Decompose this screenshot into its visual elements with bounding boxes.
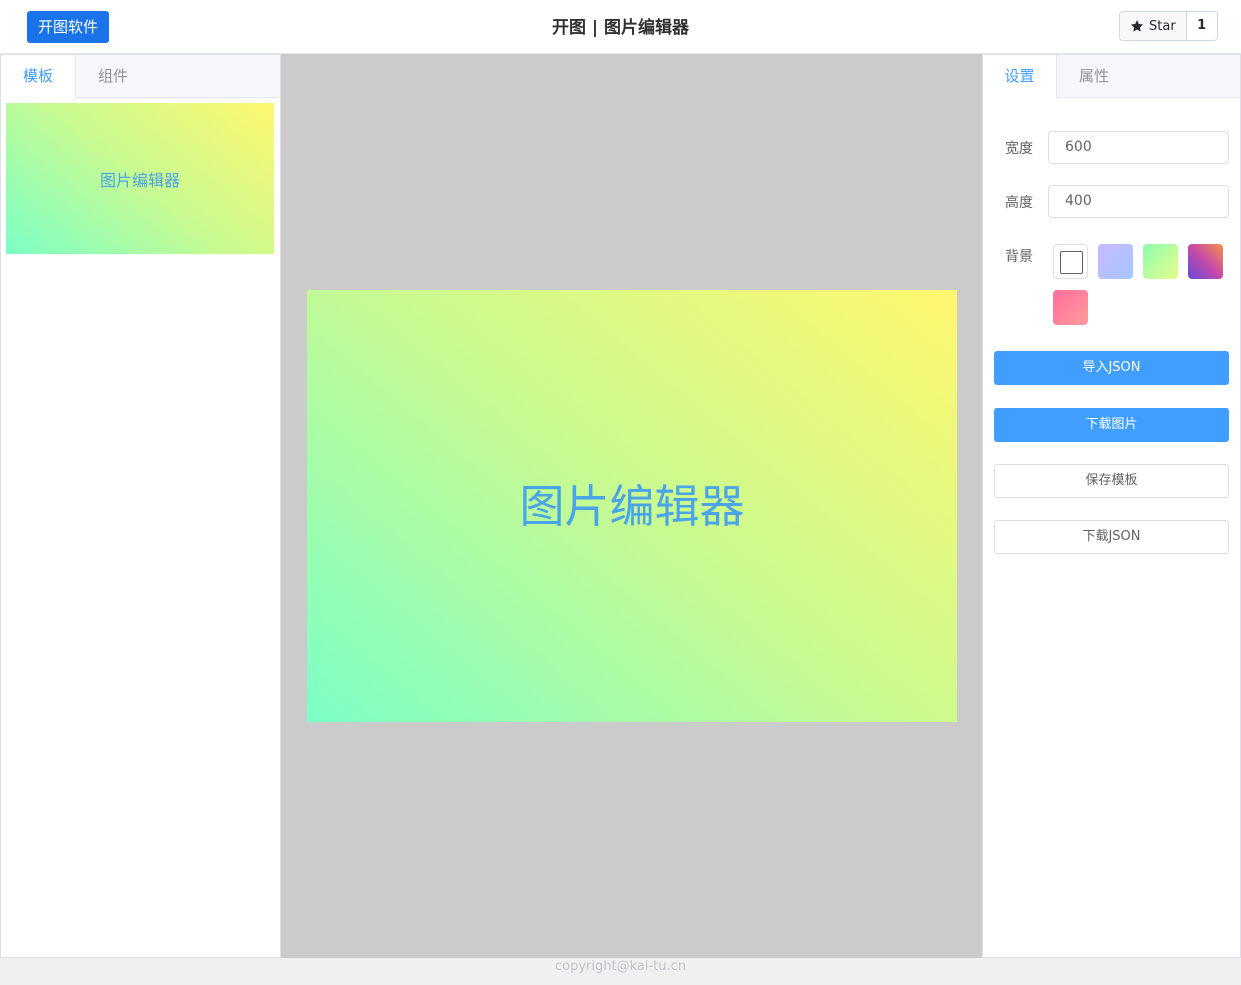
width-input[interactable]: 600 bbox=[1048, 131, 1229, 164]
height-row: 高度 400 bbox=[1005, 185, 1229, 218]
download-image-button[interactable]: 下载图片 bbox=[994, 408, 1229, 442]
swatch-green-yellow[interactable] bbox=[1143, 244, 1178, 279]
editor-canvas[interactable]: 图片编辑器 bbox=[307, 290, 957, 722]
footer-copyright: copyright@kai-tu.cn bbox=[0, 958, 1241, 985]
background-row: 背景 bbox=[1005, 246, 1048, 266]
background-swatches bbox=[1053, 244, 1233, 325]
swatch-lavender-blue[interactable] bbox=[1098, 244, 1133, 279]
star-label: Star bbox=[1149, 18, 1176, 34]
save-template-button[interactable]: 保存模板 bbox=[994, 464, 1229, 498]
download-json-button[interactable]: 下载JSON bbox=[994, 520, 1229, 554]
tab-settings[interactable]: 设置 bbox=[983, 55, 1057, 99]
canvas-text-element[interactable]: 图片编辑器 bbox=[307, 470, 957, 535]
right-tabs: 设置 属性 bbox=[983, 55, 1240, 99]
height-label: 高度 bbox=[1005, 194, 1033, 211]
star-icon bbox=[1130, 20, 1144, 32]
background-label: 背景 bbox=[1005, 249, 1033, 265]
tab-properties[interactable]: 属性 bbox=[1057, 55, 1131, 98]
width-row: 宽度 600 bbox=[1005, 131, 1229, 164]
star-button[interactable]: Star bbox=[1120, 12, 1187, 40]
tab-components[interactable]: 组件 bbox=[76, 55, 150, 98]
swatch-purple-orange[interactable] bbox=[1188, 244, 1223, 279]
canvas-workspace: 图片编辑器 bbox=[281, 54, 982, 958]
page-title: 开图 | 图片编辑器 bbox=[551, 18, 690, 38]
app-header: 开图软件 开图 | 图片编辑器 Star 1 bbox=[0, 0, 1241, 54]
swatch-pink[interactable] bbox=[1053, 290, 1088, 325]
swatch-none[interactable] bbox=[1053, 244, 1088, 279]
left-sidebar: 模板 组件 图片编辑器 bbox=[0, 54, 281, 958]
import-json-button[interactable]: 导入JSON bbox=[994, 351, 1229, 385]
template-label: 图片编辑器 bbox=[99, 170, 180, 190]
github-star-widget: Star 1 bbox=[1119, 11, 1218, 41]
height-input[interactable]: 400 bbox=[1048, 185, 1229, 218]
width-label: 宽度 bbox=[1005, 140, 1033, 157]
tab-templates[interactable]: 模板 bbox=[1, 55, 76, 99]
star-count[interactable]: 1 bbox=[1186, 12, 1217, 40]
right-sidebar: 设置 属性 宽度 600 高度 400 背景 导入JSON 下载图片 保存模板 … bbox=[982, 54, 1241, 958]
left-tabs: 模板 组件 bbox=[1, 55, 280, 99]
template-card[interactable]: 图片编辑器 bbox=[6, 103, 274, 254]
